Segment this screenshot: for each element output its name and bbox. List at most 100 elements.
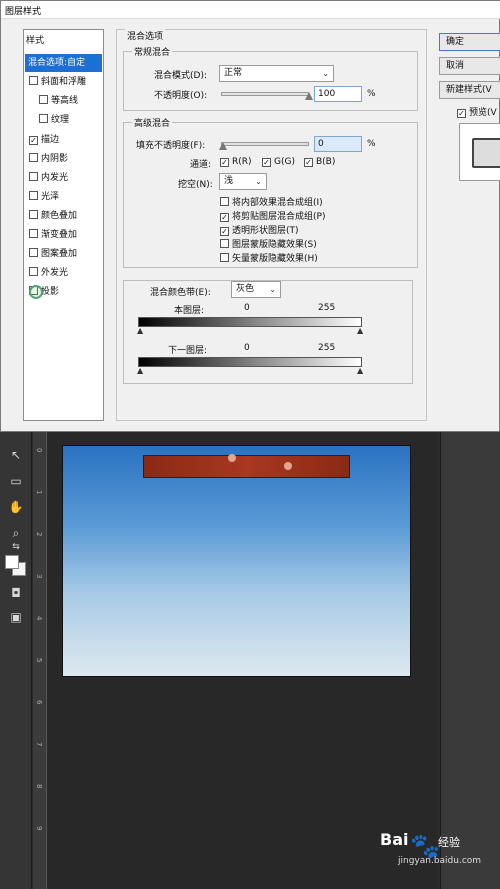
vertical-ruler: 0 1 2 3 4 5 6 7 8 9	[33, 430, 47, 889]
checkbox-icon[interactable]	[29, 229, 38, 238]
style-preview	[459, 123, 500, 181]
document-canvas[interactable]	[62, 445, 411, 677]
style-item-inner-shadow[interactable]: 内阴影	[25, 150, 102, 168]
checkbox-checked-icon[interactable]	[29, 136, 38, 145]
cancel-button[interactable]: 取消	[439, 57, 500, 75]
click-cursor-indicator	[29, 285, 43, 299]
this-layer-gradient[interactable]	[138, 317, 362, 327]
underlying-white-slider-icon[interactable]: ▲	[357, 366, 363, 375]
checkbox-icon[interactable]	[220, 253, 229, 262]
style-item-inner-glow[interactable]: 内发光	[25, 169, 102, 187]
channel-b[interactable]: B(B)	[304, 157, 335, 167]
fill-opacity-input[interactable]: 0	[314, 136, 362, 152]
swap-colors-icon[interactable]: ⇆	[8, 540, 24, 554]
ruler-number: 8	[35, 784, 43, 789]
highlight-dot	[228, 454, 236, 462]
fill-opacity-slider-thumb[interactable]	[219, 142, 227, 150]
style-item-blending-options[interactable]: 混合选项:自定	[25, 54, 102, 72]
shape-layer-bar[interactable]	[143, 454, 350, 478]
opacity-slider-thumb[interactable]	[305, 92, 313, 100]
blend-mode-select[interactable]: 正常 ⌄	[219, 65, 334, 82]
underlying-black-slider-icon[interactable]: ▲	[137, 366, 143, 375]
channel-r[interactable]: R(R)	[220, 157, 252, 167]
this-layer-label: 本图层:	[174, 306, 205, 316]
style-item-label: 描边	[41, 135, 60, 145]
styles-header: 样式	[26, 36, 45, 46]
fill-opacity-label: 填充不透明度(F):	[136, 141, 206, 151]
style-item-gradient-overlay[interactable]: 渐变叠加	[25, 226, 102, 244]
checkbox-icon[interactable]	[29, 267, 38, 276]
style-item-contour[interactable]: 等高线	[25, 92, 102, 110]
opacity-slider[interactable]	[221, 92, 309, 96]
style-item-bevel-emboss[interactable]: 斜面和浮雕	[25, 73, 102, 91]
checkbox-checked-icon[interactable]	[304, 158, 313, 167]
checkbox-icon[interactable]	[29, 248, 38, 257]
hand-icon[interactable]: ✋	[8, 500, 24, 514]
dialog-titlebar[interactable]: 图层样式	[1, 1, 500, 19]
style-item-label: 内发光	[41, 173, 69, 183]
rectangle-icon[interactable]: ▭	[8, 474, 24, 488]
option-vector-mask-hides[interactable]: 矢量蒙版隐藏效果(H)	[220, 251, 318, 264]
path-select-icon[interactable]: ↖	[8, 448, 24, 462]
checkbox-icon[interactable]	[29, 76, 38, 85]
layer-style-dialog: 图层样式 样式 混合选项:自定 斜面和浮雕 等高线 纹理 描边 内阴影 内发光 …	[0, 0, 500, 432]
option-blend-clipped[interactable]: 将剪贴图层混合成组(P)	[220, 209, 325, 222]
ruler-number: 4	[35, 616, 43, 621]
underlying-layer-min: 0	[244, 343, 250, 353]
checkbox-icon[interactable]	[29, 153, 38, 162]
preview-checkbox[interactable]: 预览(V	[457, 105, 497, 118]
foreground-color-swatch[interactable]	[5, 555, 19, 569]
chevron-down-icon: ⌄	[322, 69, 329, 78]
option-blend-interior[interactable]: 将内部效果混合成组(I)	[220, 195, 323, 208]
zoom-icon[interactable]: ⌕	[8, 526, 24, 540]
style-item-label: 外发光	[41, 268, 69, 278]
underlying-layer-gradient[interactable]	[138, 357, 362, 367]
screen-mode-icon[interactable]: ▣	[8, 610, 24, 624]
quick-mask-icon[interactable]: ◘	[8, 586, 24, 600]
style-item-stroke[interactable]: 描边	[25, 131, 102, 149]
this-layer-black-slider-icon[interactable]: ▲	[137, 326, 143, 335]
knockout-select[interactable]: 浅 ⌄	[219, 173, 267, 190]
panel-title: 混合选项	[125, 29, 166, 42]
checkbox-icon[interactable]	[39, 114, 48, 123]
option-label: 将剪贴图层混合成组(P)	[232, 212, 326, 222]
checkbox-checked-icon[interactable]	[262, 158, 271, 167]
option-transparency-shapes[interactable]: 透明形状图层(T)	[220, 223, 299, 236]
style-item-outer-glow[interactable]: 外发光	[25, 264, 102, 282]
checkbox-checked-icon[interactable]	[220, 227, 229, 236]
style-item-color-overlay[interactable]: 颜色叠加	[25, 207, 102, 225]
checkbox-icon[interactable]	[29, 172, 38, 181]
style-item-pattern-overlay[interactable]: 图案叠加	[25, 245, 102, 263]
checkbox-checked-icon[interactable]	[457, 109, 466, 118]
checkbox-icon[interactable]	[220, 239, 229, 248]
style-item-label: 投影	[41, 287, 60, 297]
knockout-label: 挖空(N):	[178, 180, 213, 190]
style-item-satin[interactable]: 光泽	[25, 188, 102, 206]
this-layer-white-slider-icon[interactable]: ▲	[357, 326, 363, 335]
checkbox-icon[interactable]	[29, 191, 38, 200]
option-label: 矢量蒙版隐藏效果(H)	[232, 254, 318, 264]
general-blending-group: 常规混合 混合模式(D): 正常 ⌄ 不透明度(O): 100 %	[123, 45, 418, 111]
opacity-input[interactable]: 100	[314, 86, 362, 102]
blend-mode-value: 正常	[224, 68, 243, 78]
style-item-label: 内阴影	[41, 154, 69, 164]
blend-if-select[interactable]: 灰色 ⌄	[231, 281, 281, 298]
knockout-value: 浅	[224, 176, 234, 186]
checkbox-icon[interactable]	[220, 197, 229, 206]
checkbox-icon[interactable]	[29, 210, 38, 219]
checkbox-checked-icon[interactable]	[220, 158, 229, 167]
new-style-button[interactable]: 新建样式(V	[439, 81, 500, 99]
channel-g[interactable]: G(G)	[262, 157, 295, 167]
checkbox-checked-icon[interactable]	[220, 213, 229, 222]
dialog-title: 图层样式	[5, 7, 42, 17]
option-layer-mask-hides[interactable]: 图层蒙版隐藏效果(S)	[220, 237, 317, 250]
fill-opacity-slider[interactable]	[221, 142, 309, 146]
channels-label: 通道:	[190, 160, 212, 170]
chevron-down-icon: ⌄	[255, 177, 262, 186]
checkbox-icon[interactable]	[39, 95, 48, 104]
style-item-texture[interactable]: 纹理	[25, 111, 102, 129]
option-label: 图层蒙版隐藏效果(S)	[232, 240, 317, 250]
preview-swatch	[472, 138, 500, 168]
ok-button[interactable]: 确定	[439, 33, 500, 51]
ruler-number: 3	[35, 574, 43, 579]
